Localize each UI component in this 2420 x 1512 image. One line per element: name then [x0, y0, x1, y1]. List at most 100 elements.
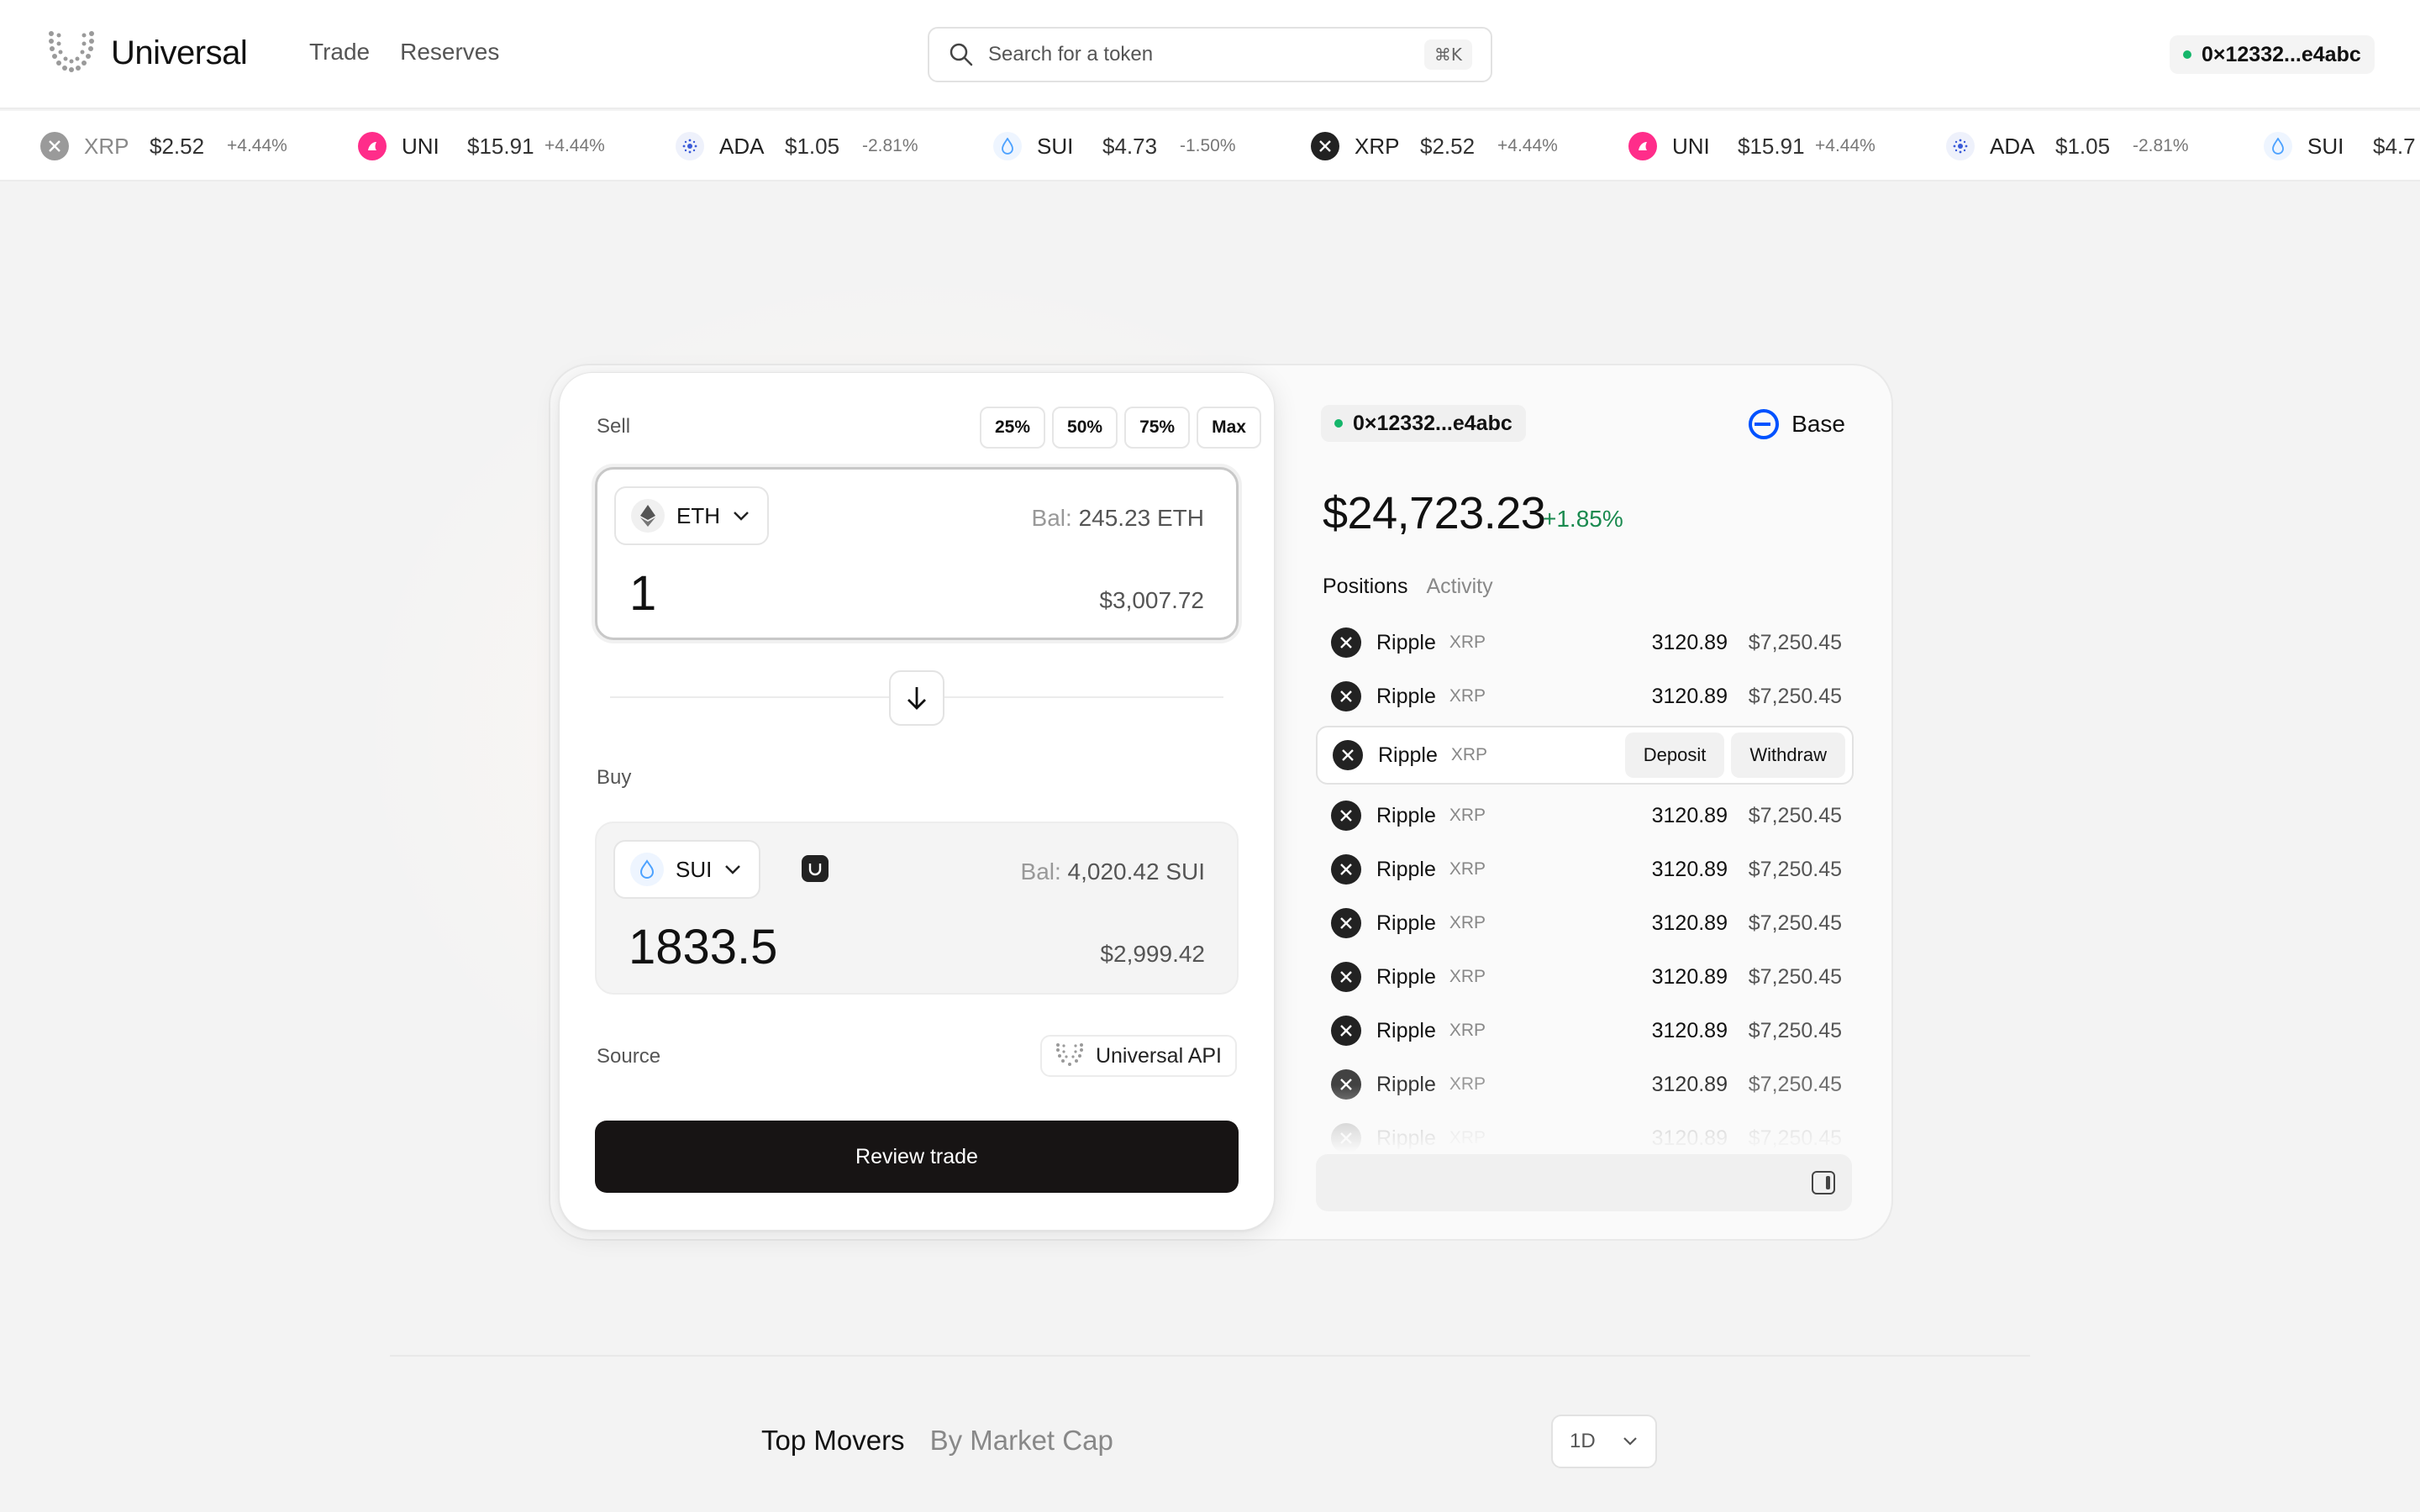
review-trade-button[interactable]: Review trade: [595, 1121, 1239, 1193]
sell-token-select[interactable]: ETH: [614, 486, 769, 545]
position-row[interactable]: Ripple XRP Deposit Withdraw: [1316, 726, 1854, 785]
period-select[interactable]: 1D: [1551, 1415, 1657, 1468]
ticker-change: -1.50%: [1180, 136, 1236, 155]
ticker-symbol: SUI: [1037, 133, 1074, 159]
position-symbol: XRP: [1449, 633, 1486, 652]
portfolio-footer: [1316, 1154, 1852, 1211]
xrp-icon: [1331, 962, 1361, 992]
ticker-change: -2.81%: [2133, 136, 2189, 155]
sell-usd-value: $3,007.72: [1099, 587, 1204, 613]
source-selector[interactable]: Universal API: [1039, 1035, 1237, 1077]
universal-logo-icon: [49, 31, 94, 72]
position-row[interactable]: Ripple XRP 3120.89 $7,250.45: [1316, 842, 1854, 897]
deposit-button[interactable]: Deposit: [1624, 732, 1725, 778]
price-ticker: XRP $2.52 +4.44% UNI $15.91 +4.44% ADA $1.05 -2.…: [0, 111, 2420, 181]
sell-input-box: ETH Bal: 245.23 ETH $3,007.72: [595, 467, 1239, 640]
position-symbol: XRP: [1449, 859, 1486, 879]
wallet-address: 0×12332...e4abc: [2202, 42, 2361, 66]
search-input[interactable]: [988, 43, 1424, 66]
position-actions: Deposit Withdraw: [1624, 732, 1845, 778]
ada-icon: [676, 132, 704, 160]
ticker-item[interactable]: SUI $4.73 -1.50%: [993, 132, 1311, 160]
ticker-price: $4.73: [1102, 133, 1158, 159]
portfolio-wallet[interactable]: 0×12332...e4abc: [1321, 405, 1526, 442]
token-search[interactable]: ⌘K: [928, 27, 1492, 82]
chain-selector[interactable]: Base: [1748, 408, 1845, 440]
nav-trade[interactable]: Trade: [309, 39, 370, 66]
sui-icon: [2264, 132, 2292, 160]
ticker-change: +4.44%: [1815, 136, 1876, 155]
arrow-down-icon: [908, 687, 926, 710]
source-label: Source: [597, 1045, 661, 1068]
xrp-icon: [1333, 740, 1363, 770]
xrp-icon: [1331, 801, 1361, 831]
portfolio-change: +1.85%: [1543, 506, 1623, 532]
buy-usd-value: $2,999.42: [1100, 941, 1205, 967]
chevron-down-icon: [725, 865, 741, 874]
buy-token-select[interactable]: SUI: [613, 840, 761, 899]
position-name: Ripple: [1376, 630, 1436, 654]
position-value: $7,250.45: [1748, 911, 1842, 935]
ticker-price: $15.91: [467, 133, 534, 159]
ticker-change: +4.44%: [1497, 136, 1558, 155]
ticker-item[interactable]: UNI $15.91 +4.44%: [358, 132, 676, 160]
withdraw-button[interactable]: Withdraw: [1731, 732, 1845, 778]
position-row[interactable]: Ripple XRP 3120.89 $7,250.45: [1316, 1003, 1854, 1058]
top-header: Universal Trade Reserves ⌘K 0×12332...e4…: [0, 0, 2420, 109]
tab-by-market-cap[interactable]: By Market Cap: [930, 1425, 1113, 1457]
position-name: Ripple: [1376, 1018, 1436, 1042]
pct-75-button[interactable]: 75%: [1124, 407, 1191, 449]
tab-top-movers[interactable]: Top Movers: [761, 1425, 905, 1457]
sell-amount-input[interactable]: [629, 565, 965, 622]
position-value: $7,250.45: [1748, 803, 1842, 827]
ticker-item[interactable]: XRP $2.52 +4.44%: [1311, 132, 1628, 160]
sell-balance[interactable]: Bal: 245.23 ETH: [1032, 505, 1204, 532]
position-symbol: XRP: [1449, 1021, 1486, 1040]
wallet-button[interactable]: 0×12332...e4abc: [2170, 35, 2375, 74]
ticker-item[interactable]: UNI $15.91 +4.44%: [1628, 132, 1946, 160]
buy-input-box: SUI Bal: 4,020.42 SUI $2,999.42: [595, 822, 1239, 995]
position-quantity: 3120.89: [1651, 803, 1728, 827]
ticker-symbol: UNI: [402, 133, 439, 159]
positions-list: Ripple XRP 3120.89 $7,250.45 Ripple XRP 3120.8…: [1316, 615, 1854, 1152]
trade-card: Sell 25% 50% 75% Max ETH Bal: 245.23 ETH…: [559, 372, 1275, 1231]
chain-name: Base: [1791, 411, 1845, 437]
nav-reserves[interactable]: Reserves: [400, 39, 499, 66]
ticker-item[interactable]: XRP $2.52 +4.44%: [40, 132, 358, 160]
xrp-icon: [1331, 681, 1361, 711]
position-row[interactable]: Ripple XRP 3120.89 $7,250.45: [1316, 615, 1854, 670]
tab-positions[interactable]: Positions: [1323, 575, 1407, 599]
xrp-icon: [1331, 627, 1361, 658]
app-logo[interactable]: Universal: [47, 29, 248, 77]
ticker-item[interactable]: SUI $4.7: [2264, 132, 2420, 160]
position-value: $7,250.45: [1748, 630, 1842, 654]
position-row[interactable]: Ripple XRP 3120.89 $7,250.45: [1316, 669, 1854, 724]
percent-buttons: 25% 50% 75% Max: [980, 407, 1261, 449]
position-row[interactable]: Ripple XRP 3120.89 $7,250.45: [1316, 895, 1854, 951]
period-value: 1D: [1570, 1430, 1596, 1452]
position-symbol: XRP: [1449, 686, 1486, 706]
ticker-price: $1.05: [2055, 133, 2111, 159]
tab-activity[interactable]: Activity: [1426, 575, 1492, 599]
position-quantity: 3120.89: [1651, 630, 1728, 654]
pct-25-button[interactable]: 25%: [980, 407, 1046, 449]
position-quantity: 3120.89: [1651, 857, 1728, 881]
pct-50-button[interactable]: 50%: [1052, 407, 1118, 449]
buy-amount-input[interactable]: [629, 919, 965, 975]
pct-max-button[interactable]: Max: [1197, 407, 1261, 449]
position-symbol: XRP: [1449, 806, 1486, 825]
position-symbol: XRP: [1450, 745, 1488, 764]
ticker-symbol: UNI: [1672, 133, 1710, 159]
sidebar-toggle-icon[interactable]: [1812, 1171, 1835, 1194]
portfolio-panel: 0×12332...e4abc Base $24,723.23 +1.85% P…: [1316, 402, 1854, 1225]
source-value: Universal API: [1095, 1043, 1222, 1068]
ticker-price: $15.91: [1738, 133, 1805, 159]
app-name: Universal: [111, 34, 248, 71]
ticker-item[interactable]: ADA $1.05 -2.81%: [1946, 132, 2264, 160]
ticker-price: $1.05: [785, 133, 840, 159]
ticker-item[interactable]: ADA $1.05 -2.81%: [676, 132, 993, 160]
ticker-price: $2.52: [1420, 133, 1476, 159]
position-row[interactable]: Ripple XRP 3120.89 $7,250.45: [1316, 949, 1854, 1005]
swap-direction-button[interactable]: [889, 670, 944, 726]
position-row[interactable]: Ripple XRP 3120.89 $7,250.45: [1316, 788, 1854, 843]
